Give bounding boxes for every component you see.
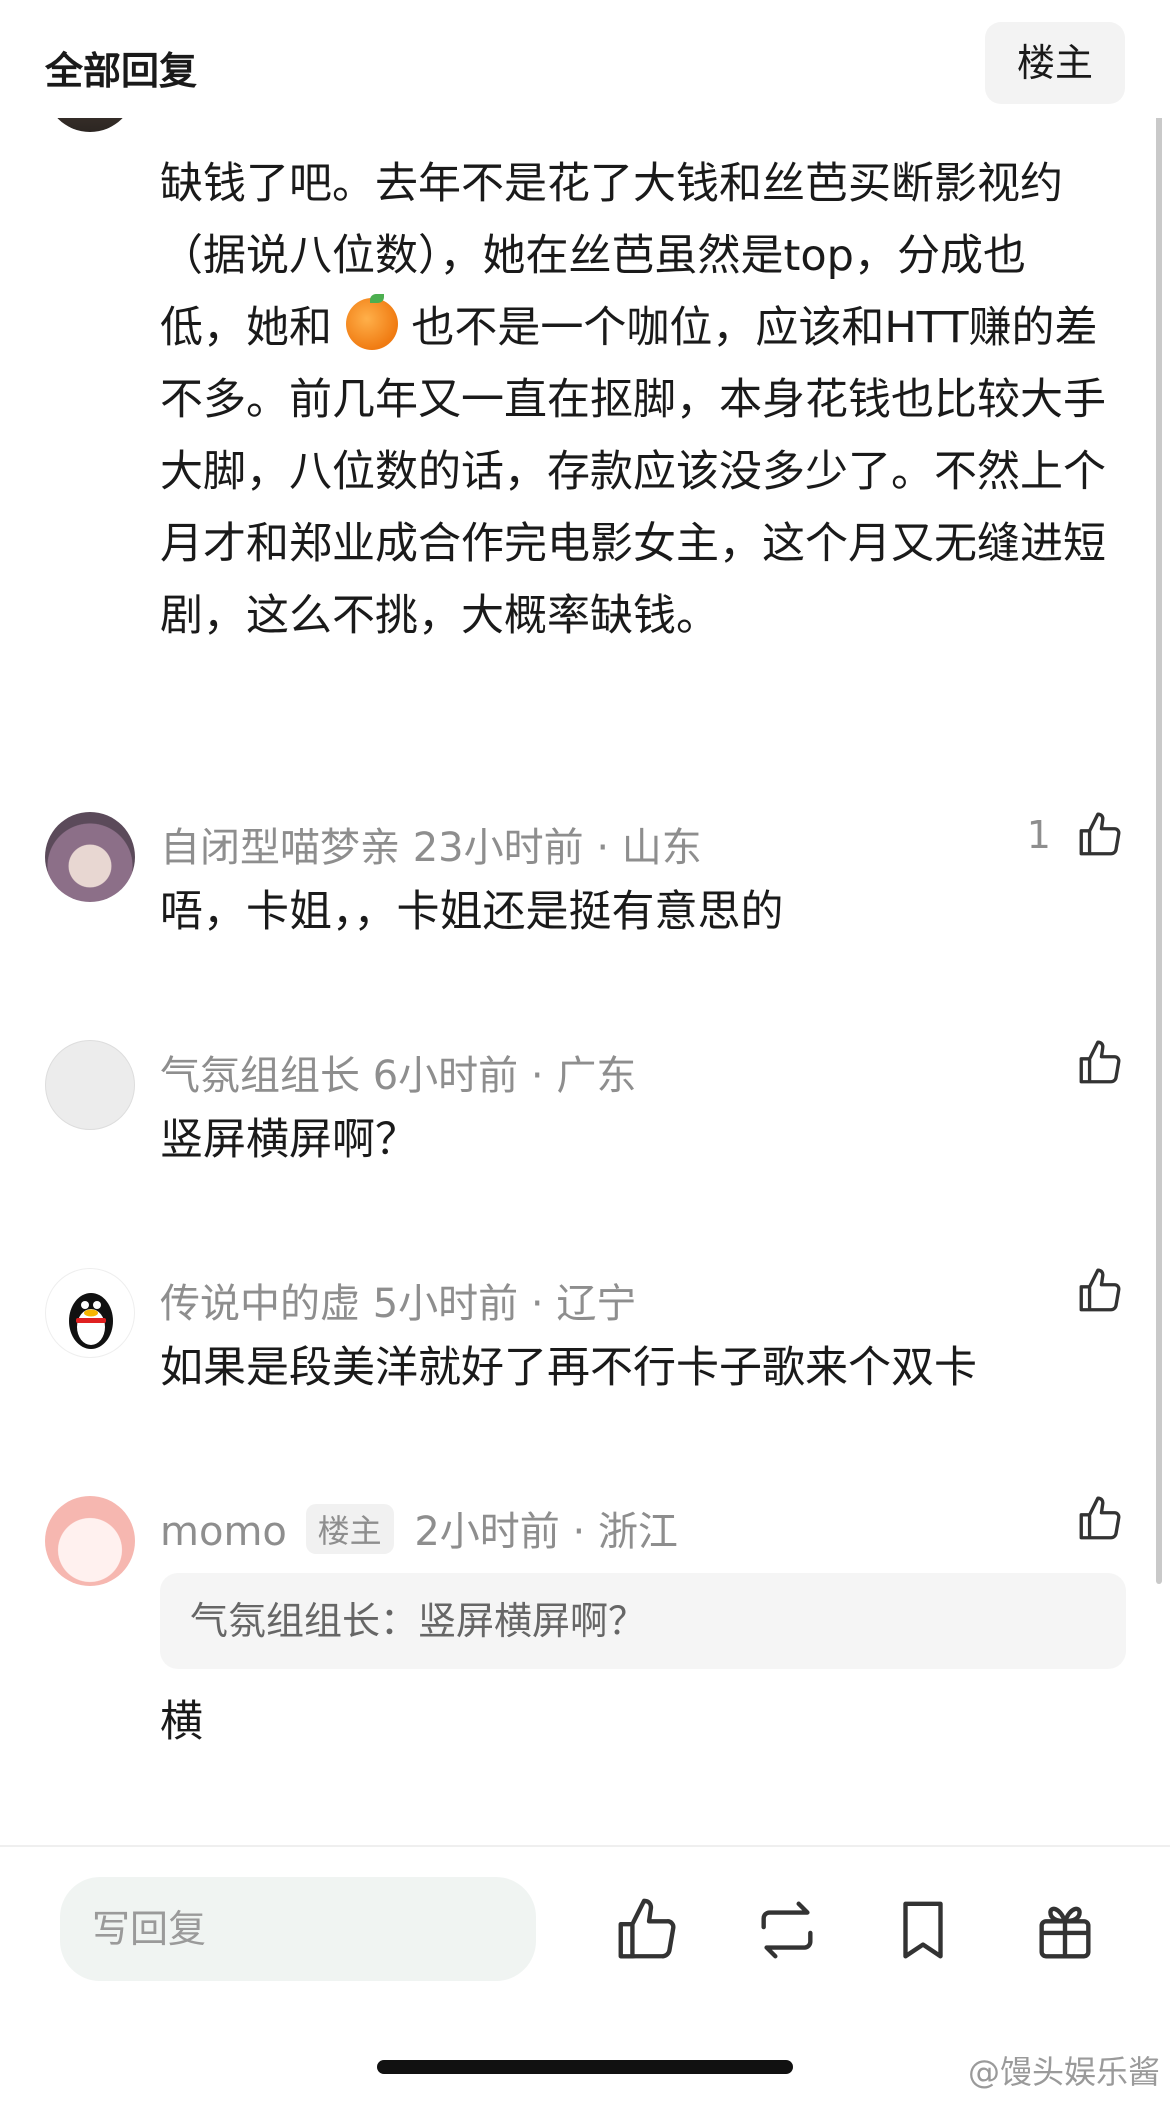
comment-location: 山东 bbox=[621, 825, 702, 871]
thumbs-up-icon bbox=[1079, 1496, 1121, 1540]
meta-separator: · bbox=[530, 1053, 544, 1099]
username[interactable]: momo bbox=[160, 1509, 287, 1555]
comment-text: 竖屏横屏啊？ bbox=[160, 1115, 418, 1165]
comment-meta: 气氛组组长 6小时前 · 广东 bbox=[160, 1043, 636, 1101]
avatar[interactable] bbox=[45, 1268, 135, 1358]
comment-text: 缺钱了吧。去年不是花了大钱和丝芭买断影视约（据说八位数），她在丝芭虽然是top，… bbox=[160, 148, 1110, 652]
comment-meta: momo 楼主 2小时前 · 浙江 bbox=[160, 1499, 678, 1557]
comment-text: 横 bbox=[160, 1697, 203, 1747]
gift-icon[interactable] bbox=[1030, 1895, 1100, 1965]
like-button[interactable]: 1 bbox=[1027, 810, 1125, 870]
scrollbar-thumb[interactable] bbox=[1156, 84, 1162, 1584]
comment-time: 23小时前 bbox=[412, 825, 584, 871]
repost-icon[interactable] bbox=[752, 1895, 822, 1965]
username[interactable]: 自闭型喵梦亲 bbox=[160, 825, 400, 871]
like-button[interactable] bbox=[1075, 1494, 1125, 1554]
comment-meta: 传说中的虚 5小时前 · 辽宁 bbox=[160, 1271, 636, 1329]
thumbs-up-icon bbox=[1079, 1268, 1121, 1312]
comment-location: 广东 bbox=[556, 1053, 637, 1099]
comment-location: 浙江 bbox=[597, 1509, 678, 1555]
comment-location: 辽宁 bbox=[556, 1281, 637, 1327]
thumbs-up-icon bbox=[1079, 1040, 1121, 1084]
op-badge: 楼主 bbox=[305, 1504, 394, 1554]
bottom-action-bar: 写回复 @馒头娱乐酱 bbox=[0, 1847, 1170, 2103]
comment-meta: 自闭型喵梦亲 23小时前 · 山东 bbox=[160, 815, 702, 873]
reply-input[interactable]: 写回复 bbox=[60, 1877, 536, 1981]
home-indicator[interactable] bbox=[377, 2060, 793, 2074]
comment-time: 6小时前 bbox=[372, 1053, 519, 1099]
bookmark-icon[interactable] bbox=[888, 1895, 958, 1965]
quoted-reply[interactable]: 气氛组组长：竖屏横屏啊？ bbox=[160, 1573, 1126, 1669]
comment-text: 唔，卡姐，，卡姐还是挺有意思的 bbox=[160, 887, 784, 937]
username[interactable]: 传说中的虚 bbox=[160, 1281, 360, 1327]
comment-text-part2: 也不是一个咖位，应该和HTT赚的差不多。前几年又一直在抠脚，本身花钱也比较大手大… bbox=[160, 303, 1106, 641]
like-count: 1 bbox=[1026, 813, 1051, 857]
orange-emoji-icon bbox=[345, 294, 398, 350]
watermark: @馒头娱乐酱 bbox=[967, 2053, 1160, 2091]
like-button[interactable] bbox=[1075, 1038, 1125, 1098]
comment-time: 2小时前 bbox=[414, 1509, 560, 1555]
thumbs-up-icon bbox=[1079, 812, 1121, 856]
comment-time: 5小时前 bbox=[372, 1281, 519, 1327]
username[interactable]: 气氛组组长 bbox=[160, 1053, 360, 1099]
avatar[interactable] bbox=[45, 812, 135, 902]
thumbs-up-icon[interactable] bbox=[612, 1895, 682, 1965]
penguin-icon bbox=[69, 1293, 113, 1349]
avatar[interactable] bbox=[45, 1496, 135, 1586]
op-only-button[interactable]: 楼主 bbox=[985, 22, 1125, 104]
meta-separator: · bbox=[572, 1509, 586, 1555]
like-button[interactable] bbox=[1075, 1266, 1125, 1326]
meta-separator: · bbox=[596, 825, 610, 871]
comment-text: 如果是段美洋就好了再不行卡子歌来个双卡 bbox=[160, 1343, 977, 1393]
scrollbar[interactable] bbox=[1156, 84, 1162, 1584]
page-title: 全部回复 bbox=[45, 49, 198, 93]
avatar[interactable] bbox=[45, 1040, 135, 1130]
meta-separator: · bbox=[530, 1281, 544, 1327]
top-header: 全部回复 楼主 bbox=[0, 0, 1170, 118]
